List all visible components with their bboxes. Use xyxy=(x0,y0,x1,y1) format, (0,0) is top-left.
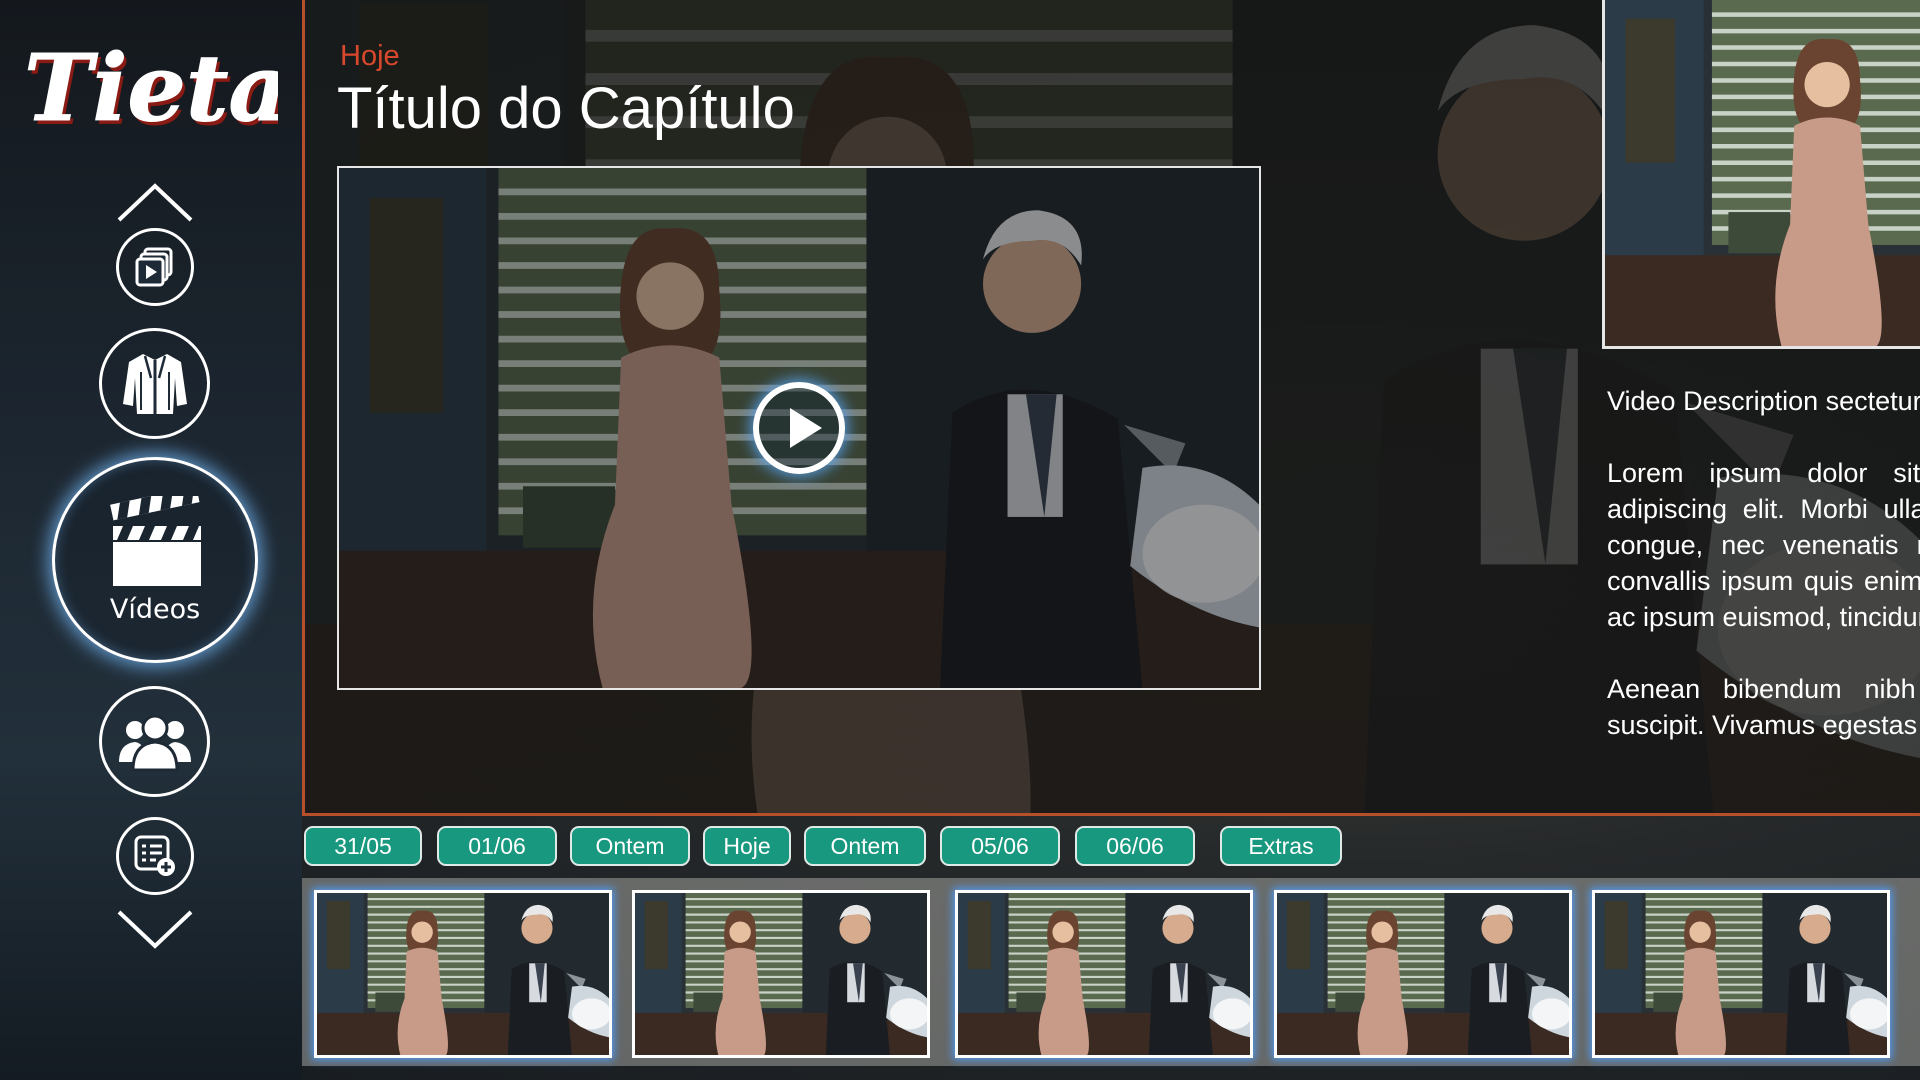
extras-tab[interactable]: Extras xyxy=(1220,826,1342,866)
nav-videos-button[interactable]: Vídeos xyxy=(52,457,258,663)
play-icon xyxy=(790,408,822,448)
description-paragraph: Aenean bibendum nibh ut diam consectetur… xyxy=(1607,674,1920,740)
main-panel: Hoje Título do Capítulo Video Descriptio… xyxy=(302,0,1920,816)
episode-thumbnail[interactable] xyxy=(632,890,930,1058)
jacket-icon xyxy=(122,353,187,414)
sidebar: Tieta Tieta Vídeos xyxy=(0,0,302,1080)
page-title: Título do Capítulo xyxy=(337,76,795,141)
date-tab-ontem-2[interactable]: Ontem xyxy=(804,826,926,866)
chevron-down-icon[interactable] xyxy=(115,904,195,954)
thumbnail-image xyxy=(958,893,1250,1055)
nav-videos-label: Vídeos xyxy=(109,593,201,625)
episode-thumbnail[interactable] xyxy=(1274,890,1572,1058)
featured-thumbnail[interactable] xyxy=(1602,0,1920,349)
play-button[interactable] xyxy=(753,382,845,474)
day-label: Hoje xyxy=(340,40,400,72)
people-icon xyxy=(118,714,191,771)
date-tab-3105[interactable]: 31/05 xyxy=(304,826,422,866)
episode-thumbnail[interactable] xyxy=(1592,890,1890,1058)
episode-thumbnail[interactable] xyxy=(314,890,612,1058)
thumbnail-strip xyxy=(302,878,1920,1066)
chevron-up-icon[interactable] xyxy=(115,178,195,228)
nav-add-list-button[interactable] xyxy=(116,817,194,895)
nav-wardrobe-button[interactable] xyxy=(99,328,210,439)
date-tab-ontem[interactable]: Ontem xyxy=(570,826,690,866)
thumbnail-image xyxy=(635,893,927,1055)
date-tab-0506[interactable]: 05/06 xyxy=(940,826,1060,866)
nav-cast-button[interactable] xyxy=(99,686,210,797)
svg-text:Tieta: Tieta xyxy=(24,34,278,142)
video-playlist-icon xyxy=(135,247,173,287)
thumbnail-image xyxy=(317,893,609,1055)
episode-thumbnail[interactable] xyxy=(955,890,1253,1058)
date-tab-0106[interactable]: 01/06 xyxy=(437,826,557,866)
video-description: Video Description sectetur adipiscing el… xyxy=(1607,383,1920,779)
thumbnail-image xyxy=(1277,893,1569,1055)
description-paragraph: Lorem ipsum dolor sit amet, con sectetur… xyxy=(1607,458,1920,632)
tieta-logo: Tieta Tieta xyxy=(24,34,279,143)
thumbnail-image xyxy=(1595,893,1887,1055)
description-paragraph: Video Description sectetur adipiscing el… xyxy=(1607,386,1920,416)
video-player[interactable] xyxy=(337,166,1261,690)
date-tab-0606[interactable]: 06/06 xyxy=(1075,826,1195,866)
clapperboard-icon xyxy=(110,495,201,586)
add-list-icon xyxy=(134,835,175,876)
date-tabs: 31/05 01/06 Ontem Hoje Ontem 05/06 06/06… xyxy=(302,826,1920,868)
nav-playlist-button[interactable] xyxy=(116,228,194,306)
date-tab-hoje[interactable]: Hoje xyxy=(703,826,791,866)
featured-thumbnail-image xyxy=(1605,0,1920,346)
